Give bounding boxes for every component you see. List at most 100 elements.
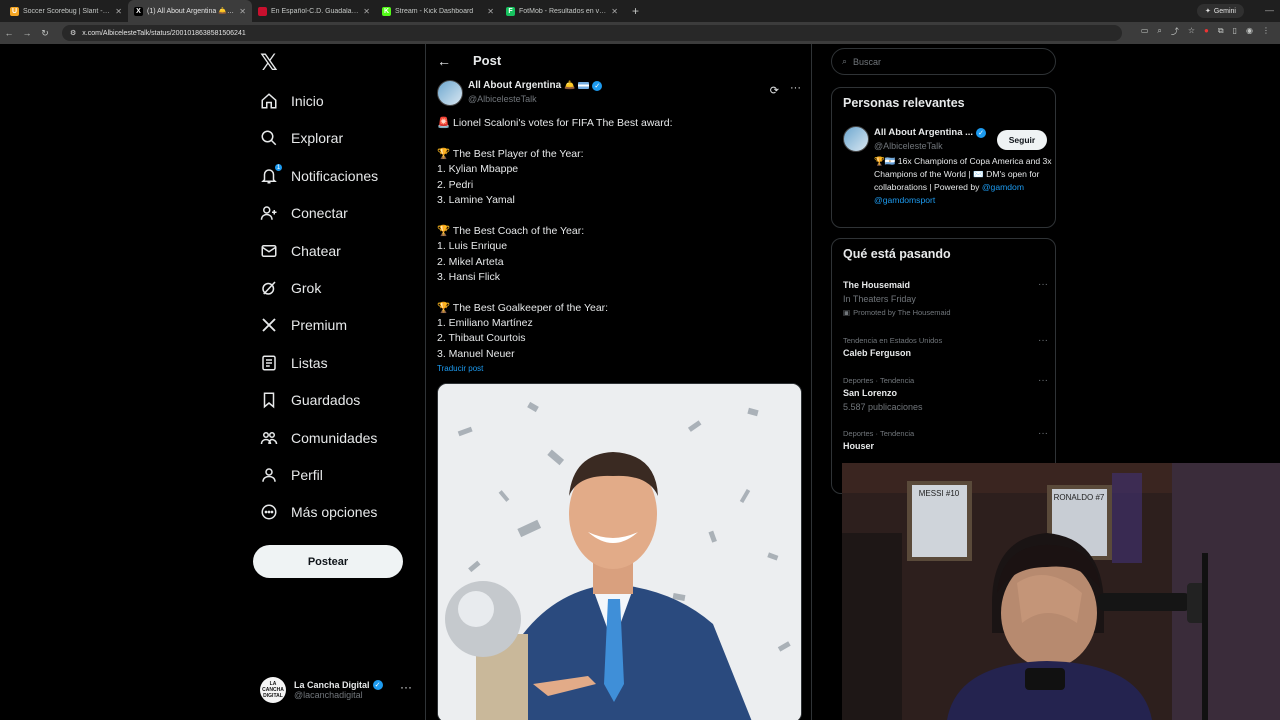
url-field[interactable]: ⚙ x.com/AlbicelesteTalk/status/200101863… — [62, 25, 1122, 41]
trend-meta: Deportes · Tendencia — [843, 429, 915, 438]
tab-close-icon[interactable]: ✕ — [611, 7, 618, 16]
gemini-button[interactable]: ✦ Gemini — [1196, 4, 1244, 18]
home-icon — [260, 92, 278, 110]
x-logo-icon[interactable]: 𝕏 — [260, 52, 282, 74]
relevant-name[interactable]: All About Argentina ... — [874, 127, 973, 138]
post-line: 3. Hansi Flick — [437, 270, 501, 283]
nav-item-label: Conectar — [291, 205, 348, 222]
author-avatar[interactable] — [437, 80, 463, 106]
card-title: Qué está pasando — [843, 247, 951, 261]
follow-button[interactable]: Seguir — [997, 130, 1047, 150]
post-button[interactable]: Postear — [253, 545, 403, 578]
tab-close-icon[interactable]: ✕ — [487, 7, 494, 16]
forward-icon[interactable]: → — [18, 28, 36, 38]
search-input[interactable]: ⌕ Buscar — [831, 48, 1056, 75]
menu-icon[interactable]: ⋮ — [1262, 26, 1270, 37]
post-line: 🏆 The Best Coach of the Year: — [437, 224, 585, 237]
account-name: La Cancha Digital — [294, 680, 370, 690]
profile-icon[interactable]: ◉ — [1246, 26, 1253, 37]
more-circle-icon — [260, 503, 278, 521]
extension-red-icon[interactable]: ● — [1204, 26, 1209, 37]
post-more-icon[interactable]: ··· — [790, 82, 801, 94]
cast-icon[interactable]: ▭ — [1141, 26, 1149, 37]
nav-item-label: Chatear — [291, 242, 341, 259]
nav-item-conectar[interactable]: Conectar — [260, 198, 348, 228]
bell-icon: 1 — [260, 162, 283, 185]
bookmark-star-icon[interactable]: ☆ — [1188, 26, 1195, 37]
trend-item[interactable]: Deportes · Tendencia Houser ··· — [843, 428, 1048, 453]
zoom-icon[interactable]: ⌕ — [1157, 26, 1161, 37]
nav-item-perfil[interactable]: Perfil — [260, 460, 323, 490]
post-line: 1. Emiliano Martínez — [437, 317, 533, 330]
trend-more-icon[interactable]: ··· — [1038, 279, 1048, 290]
post-image[interactable] — [437, 383, 802, 720]
nav-item-comunidades[interactable]: Comunidades — [260, 423, 377, 453]
notification-badge: 1 — [274, 162, 283, 172]
trend-more-icon[interactable]: ··· — [1038, 375, 1048, 386]
nav-item-chatear[interactable]: Chatear — [260, 236, 341, 266]
scaloni-photo — [438, 384, 801, 720]
trend-name: The Housemaid — [843, 280, 911, 290]
back-arrow-icon[interactable]: ← — [437, 53, 451, 69]
account-handle: @lacanchadigital — [294, 690, 363, 700]
promoted-icon: ▣ — [843, 308, 851, 317]
account-switcher[interactable]: LA CANCHA DIGITAL La Cancha Digital ✓ @la… — [260, 672, 420, 708]
browser-tab[interactable]: En Español-C.D. Guadalaja... ✕ — [252, 0, 376, 22]
reload-icon[interactable]: ↻ — [36, 28, 54, 39]
back-icon[interactable]: ← — [0, 28, 18, 38]
trend-more-icon[interactable]: ··· — [1038, 428, 1048, 439]
trend-item[interactable]: Tendencia en Estados Unidos Caleb Ferguso… — [843, 335, 1048, 360]
bell-emoji-icon: 🛎️ — [564, 80, 576, 90]
nav-item-grok[interactable]: Grok — [260, 273, 321, 303]
translate-post-link[interactable]: Traducir post — [437, 364, 483, 373]
tab-close-icon[interactable]: ✕ — [363, 7, 370, 16]
author-handle[interactable]: @AlbicelesteTalk — [468, 94, 537, 104]
relevant-bio: 🏆🇦🇷 16x Champions of Copa America and 3x… — [874, 156, 1052, 205]
trend-more-icon[interactable]: ··· — [1038, 335, 1048, 346]
nav-item-inicio[interactable]: Inicio — [260, 86, 324, 116]
gemini-icon: ✦ — [1204, 8, 1211, 15]
relevant-handle[interactable]: @AlbicelesteTalk — [874, 141, 943, 151]
avatar[interactable] — [843, 126, 869, 152]
post-line: 3. Lamine Yamal — [437, 193, 515, 206]
bio-link-gamdomsport[interactable]: @gamdomsport — [874, 195, 935, 205]
nav-item-label: Explorar — [291, 130, 344, 147]
search-icon: ⌕ — [842, 56, 848, 66]
card-title: Personas relevantes — [843, 96, 965, 110]
grok-explain-icon[interactable]: ⟳ — [770, 84, 779, 97]
site-info-icon[interactable]: ⚙ — [70, 29, 76, 37]
tab-close-icon[interactable]: ✕ — [239, 7, 246, 16]
address-bar-row: ← → ↻ ⚙ x.com/AlbicelesteTalk/status/200… — [0, 22, 1280, 44]
nav-item-listas[interactable]: Listas — [260, 348, 328, 378]
share-icon[interactable]: ⤴ — [1171, 26, 1179, 37]
trend-item[interactable]: The Housemaid In Theaters Friday ▣ Promoted… — [843, 279, 1048, 319]
page-title: Post — [473, 53, 502, 68]
more-dots-icon[interactable]: ··· — [400, 680, 412, 694]
author-name[interactable]: All About Argentina — [468, 80, 561, 91]
verified-icon: ✓ — [372, 680, 383, 690]
browser-tab[interactable]: X (1) All About Argentina 🛎️ en... ✕ — [128, 0, 252, 22]
browser-tab[interactable]: FFotMob - Resultados en vivo d...✕ — [500, 0, 624, 22]
nav-item-premium[interactable]: Premium — [260, 310, 347, 340]
argentina-flag-icon — [578, 82, 590, 89]
new-tab-button[interactable]: + — [624, 4, 647, 18]
post-header: ← Post — [426, 44, 812, 80]
tab-close-icon[interactable]: ✕ — [115, 7, 122, 16]
browser-tab[interactable]: USoccer Scorebug | Slant - over...✕ — [4, 0, 128, 22]
window-minimize-icon[interactable]: — — [1265, 5, 1274, 15]
trend-item[interactable]: Deportes · Tendencia San Lorenzo 5.587 pub… — [843, 375, 1048, 414]
nav-item-explorar[interactable]: Explorar — [260, 123, 343, 153]
post-line: 🏆 The Best Goalkeeper of the Year: — [437, 301, 609, 314]
sidebar-icon[interactable]: ▯ — [1233, 26, 1237, 37]
person-add-icon — [260, 204, 278, 222]
post-line: 2. Thibaut Courtois — [437, 332, 526, 345]
browser-tab[interactable]: K Stream - Kick Dashboard ✕ — [376, 0, 500, 22]
nav-item-mas-opciones[interactable]: Más opciones — [260, 497, 377, 527]
trend-promo: Promoted by The Housemaid — [853, 308, 951, 317]
extensions-icon[interactable]: ⧉ — [1218, 26, 1224, 37]
bio-link-gamdom[interactable]: @gamdom — [982, 182, 1024, 192]
nav-item-notificaciones[interactable]: 1 Notificaciones — [260, 161, 378, 191]
nav-item-guardados[interactable]: Guardados — [260, 385, 360, 415]
